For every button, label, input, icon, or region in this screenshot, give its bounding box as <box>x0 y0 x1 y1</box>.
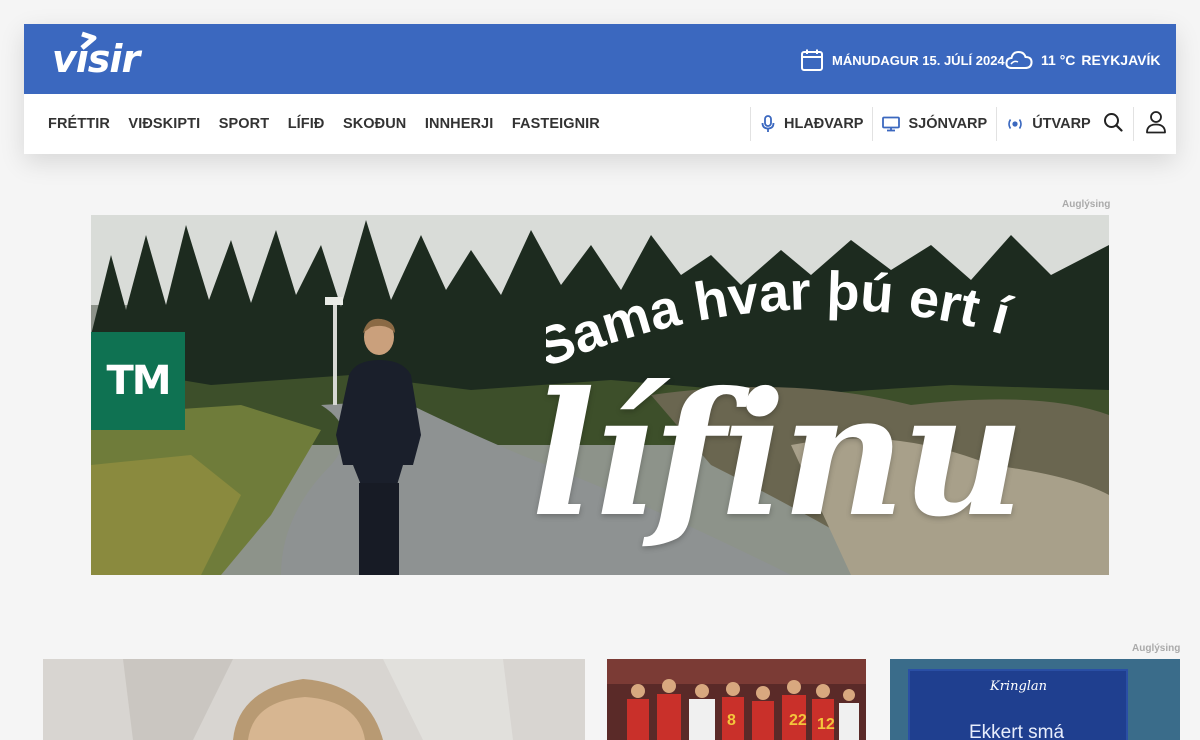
microphone-icon <box>760 115 776 133</box>
ad-label: Auglýsing <box>1062 199 1111 210</box>
ad-teaser-kringlan[interactable]: Kringlan Ekkert smá <box>890 659 1180 740</box>
nav-item-vidskipti[interactable]: VIÐSKIPTI <box>128 116 200 132</box>
svg-text:8: 8 <box>727 712 736 729</box>
teaser-photo-football: 8 22 12 <box>607 659 866 740</box>
nav-item-hladvarp[interactable]: HLAÐVARP <box>750 107 872 141</box>
kringlan-logo: Kringlan <box>990 679 1048 694</box>
location: REYKJAVÍK <box>1081 52 1161 68</box>
teaser-photo-portrait <box>43 659 585 740</box>
section-menu: FRÉTTIR VIÐSKIPTI SPORT LÍFIÐ SKOÐUN INN… <box>48 94 618 154</box>
search-icon <box>1103 112 1123 137</box>
nav-item-innherji[interactable]: INNHERJI <box>425 116 493 132</box>
cloud-icon <box>1005 48 1033 72</box>
ad-slogan-big: lífinu <box>531 355 1025 555</box>
top-bar: vísir MÁNUDAGUR 15. JÚLÍ 2024 11 °C REYK… <box>24 24 1176 94</box>
site-header: vísir MÁNUDAGUR 15. JÚLÍ 2024 11 °C REYK… <box>24 24 1176 154</box>
user-icon <box>1145 110 1167 139</box>
hladvarp-label: HLAÐVARP <box>784 116 864 132</box>
ad-banner[interactable]: TM Sama hvar þú ert í lífinu <box>91 215 1109 575</box>
monitor-icon <box>882 116 901 132</box>
article-teaser[interactable] <box>43 659 585 740</box>
account-button[interactable] <box>1139 107 1173 141</box>
tm-logo: TM <box>91 332 185 430</box>
weather-widget[interactable]: 11 °C REYKJAVÍK <box>1005 47 1161 73</box>
nav-item-sport[interactable]: SPORT <box>219 116 269 132</box>
current-date: MÁNUDAGUR 15. JÚLÍ 2024 <box>800 47 1005 73</box>
nav-item-frettir[interactable]: FRÉTTIR <box>48 116 110 132</box>
main-navigation: FRÉTTIR VIÐSKIPTI SPORT LÍFIÐ SKOÐUN INN… <box>24 94 1176 154</box>
radio-icon <box>1006 115 1024 133</box>
logo-accent-icon <box>80 31 97 50</box>
nav-item-fasteignir[interactable]: FASTEIGNIR <box>512 116 600 132</box>
nav-item-skodun[interactable]: SKOÐUN <box>343 116 406 132</box>
calendar-icon <box>800 48 824 72</box>
svg-text:22: 22 <box>789 712 807 729</box>
search-button[interactable] <box>1096 107 1130 141</box>
media-menu: HLAÐVARP SJÓNVARP ÚTVARP <box>750 107 1100 141</box>
nav-item-lifid[interactable]: LÍFIÐ <box>288 116 325 132</box>
kringlan-ad-text: Ekkert smá <box>969 722 1065 740</box>
nav-item-utvarp[interactable]: ÚTVARP <box>996 107 1100 141</box>
date-text: MÁNUDAGUR 15. JÚLÍ 2024 <box>832 52 1005 68</box>
article-teaser-sport[interactable]: 8 22 12 <box>607 659 866 740</box>
side-ad-label: Auglýsing <box>1132 643 1181 654</box>
temperature: 11 °C <box>1041 52 1076 68</box>
utvarp-label: ÚTVARP <box>1032 116 1091 132</box>
nav-tools <box>1096 107 1173 141</box>
nav-item-sjonvarp[interactable]: SJÓNVARP <box>872 107 996 141</box>
svg-text:12: 12 <box>817 716 835 733</box>
tool-divider <box>1133 107 1134 141</box>
visir-logo[interactable]: vísir <box>52 31 148 82</box>
sjonvarp-label: SJÓNVARP <box>908 116 988 132</box>
